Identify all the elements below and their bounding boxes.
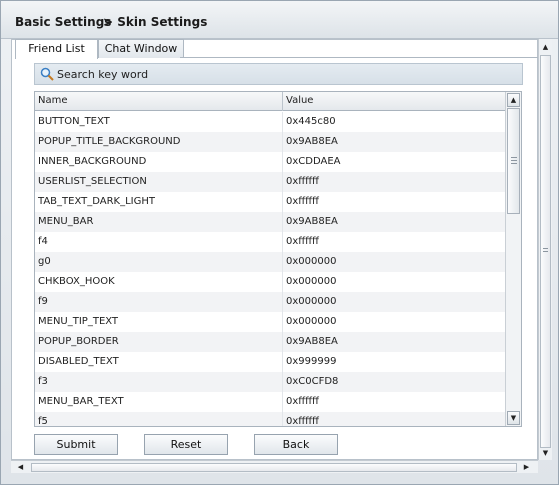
panel-scroll-right-icon[interactable]: ▶ xyxy=(521,462,532,473)
cell-name: POPUP_TITLE_BACKGROUND xyxy=(38,136,181,147)
cell-value[interactable]: 0x9AB8EA xyxy=(286,216,338,227)
table-row[interactable]: f4 0xffffff xyxy=(35,232,505,252)
cell-name: USERLIST_SELECTION xyxy=(38,176,147,187)
row-divider xyxy=(282,232,283,252)
scroll-down-icon[interactable]: ▼ xyxy=(507,411,520,425)
scroll-up-icon[interactable]: ▲ xyxy=(507,93,520,107)
cell-value[interactable]: 0xCDDAEA xyxy=(286,156,341,167)
search-icon xyxy=(40,67,54,81)
table-row[interactable]: USERLIST_SELECTION 0xffffff xyxy=(35,172,505,192)
row-divider xyxy=(282,272,283,292)
back-button[interactable]: Back xyxy=(254,434,338,455)
table-row[interactable]: MENU_BAR_TEXT 0xffffff xyxy=(35,392,505,412)
cell-name: g0 xyxy=(38,256,51,267)
row-divider xyxy=(282,352,283,372)
cell-name: TAB_TEXT_DARK_LIGHT xyxy=(38,196,156,207)
row-divider xyxy=(282,332,283,352)
breadcrumb-basic-settings[interactable]: Basic Settings xyxy=(15,15,111,29)
cell-name: f9 xyxy=(38,296,48,307)
panel-vertical-scrollbar[interactable]: ▲ ▼ xyxy=(538,39,552,460)
column-header-value[interactable]: Value xyxy=(286,95,313,106)
tab-friend-list[interactable]: Friend List xyxy=(15,39,98,59)
row-divider xyxy=(282,192,283,212)
table-row[interactable]: POPUP_BORDER 0x9AB8EA xyxy=(35,332,505,352)
cell-value[interactable]: 0xffffff xyxy=(286,176,319,187)
cell-name: MENU_BAR xyxy=(38,216,94,227)
cell-name: MENU_BAR_TEXT xyxy=(38,396,124,407)
row-divider xyxy=(282,132,283,152)
table-row[interactable]: TAB_TEXT_DARK_LIGHT 0xffffff xyxy=(35,192,505,212)
table-row[interactable]: MENU_TIP_TEXT 0x000000 xyxy=(35,312,505,332)
row-divider xyxy=(282,152,283,172)
column-divider[interactable] xyxy=(282,92,283,111)
panel-scroll-up-icon[interactable]: ▲ xyxy=(540,42,551,53)
row-divider xyxy=(282,372,283,392)
table-row[interactable]: BUTTON_TEXT 0x445c80 xyxy=(35,112,505,132)
table-row[interactable]: f3 0xC0CFD8 xyxy=(35,372,505,392)
cell-value[interactable]: 0x9AB8EA xyxy=(286,136,338,147)
table-row[interactable]: f9 0x000000 xyxy=(35,292,505,312)
skin-settings-window: Basic Settings > Skin Settings Friend Li… xyxy=(0,0,559,485)
cell-value[interactable]: 0x9AB8EA xyxy=(286,336,338,347)
cell-name: INNER_BACKGROUND xyxy=(38,156,147,167)
cell-name: BUTTON_TEXT xyxy=(38,116,110,127)
cell-value[interactable]: 0x000000 xyxy=(286,276,336,287)
panel-scroll-thumb[interactable] xyxy=(540,55,551,448)
cell-name: f5 xyxy=(38,416,48,427)
row-divider xyxy=(282,112,283,132)
row-divider xyxy=(282,212,283,232)
cell-name: f4 xyxy=(38,236,48,247)
cell-value[interactable]: 0xffffff xyxy=(286,196,319,207)
table-row[interactable]: POPUP_TITLE_BACKGROUND 0x9AB8EA xyxy=(35,132,505,152)
scroll-thumb[interactable] xyxy=(507,108,520,214)
cell-name: CHKBOX_HOOK xyxy=(38,276,115,287)
cell-value[interactable]: 0x000000 xyxy=(286,296,336,307)
cell-name: MENU_TIP_TEXT xyxy=(38,316,119,327)
table-body: BUTTON_TEXT 0x445c80 POPUP_TITLE_BACKGROUN… xyxy=(35,112,505,427)
panel-horizontal-scrollbar[interactable]: ◀ ▶ xyxy=(11,460,538,473)
header-bar: Basic Settings > Skin Settings xyxy=(1,1,558,39)
cell-value[interactable]: 0xffffff xyxy=(286,236,319,247)
table-row[interactable]: DISABLED_TEXT 0x999999 xyxy=(35,352,505,372)
cell-value[interactable]: 0xffffff xyxy=(286,396,319,407)
row-divider xyxy=(282,312,283,332)
cell-name: f3 xyxy=(38,376,48,387)
table-vertical-scrollbar[interactable]: ▲ ▼ xyxy=(505,92,521,426)
panel-scroll-left-icon[interactable]: ◀ xyxy=(15,462,26,473)
cell-value[interactable]: 0xffffff xyxy=(286,416,319,426)
cell-name: POPUP_BORDER xyxy=(38,336,119,347)
table-row[interactable]: INNER_BACKGROUND 0xCDDAEA xyxy=(35,152,505,172)
skin-table: Name Value BUTTON_TEXT 0x445c80 POPUP_TITL… xyxy=(34,91,522,427)
cell-value[interactable]: 0x445c80 xyxy=(286,116,336,127)
row-divider xyxy=(282,412,283,426)
cell-value[interactable]: 0xC0CFD8 xyxy=(286,376,338,387)
submit-button[interactable]: Submit xyxy=(34,434,118,455)
row-divider xyxy=(282,292,283,312)
panel-hscroll-thumb[interactable] xyxy=(31,463,517,472)
cell-value[interactable]: 0x000000 xyxy=(286,256,336,267)
tab-chat-window[interactable]: Chat Window xyxy=(98,39,184,58)
cell-value[interactable]: 0x000000 xyxy=(286,316,336,327)
panel-scroll-down-icon[interactable]: ▼ xyxy=(540,448,551,459)
search-bar[interactable]: Search key word xyxy=(34,63,523,85)
table-row[interactable]: MENU_BAR 0x9AB8EA xyxy=(35,212,505,232)
row-divider xyxy=(282,172,283,192)
tab-divider xyxy=(180,57,538,58)
table-row[interactable]: f5 0xffffff xyxy=(35,412,505,427)
search-input[interactable]: Search key word xyxy=(57,68,148,81)
breadcrumb-skin-settings: > Skin Settings xyxy=(103,15,208,29)
cell-value[interactable]: 0x999999 xyxy=(286,356,336,367)
table-header: Name Value xyxy=(35,92,505,111)
reset-button[interactable]: Reset xyxy=(144,434,228,455)
table-row[interactable]: CHKBOX_HOOK 0x000000 xyxy=(35,272,505,292)
column-header-name[interactable]: Name xyxy=(38,95,68,106)
row-divider xyxy=(282,252,283,272)
table-row[interactable]: g0 0x000000 xyxy=(35,252,505,272)
cell-name: DISABLED_TEXT xyxy=(38,356,119,367)
row-divider xyxy=(282,392,283,412)
